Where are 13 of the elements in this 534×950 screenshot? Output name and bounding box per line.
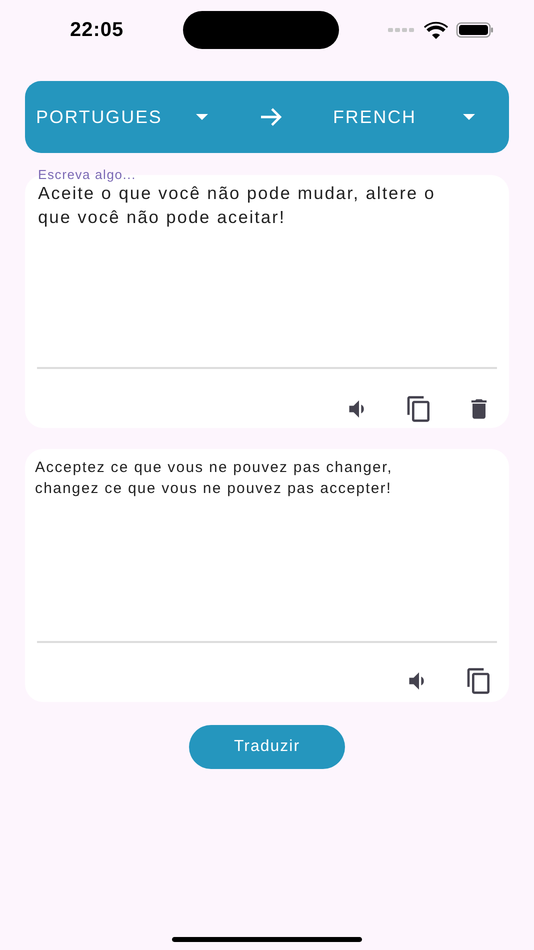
translation-text: Acceptez ce que vous ne pouvez pas changer, changez ce que vous ne pouvez pas accepter! xyxy=(35,458,394,499)
caret-icon xyxy=(196,114,208,120)
status-time: 22:05 xyxy=(70,18,124,42)
input-field[interactable]: Aceite o que você não pode mudar, altere o que você não pode aceitar! xyxy=(38,181,470,229)
input-label: Escreva algo... xyxy=(38,167,136,182)
target-language-dropdown[interactable]: FRENCH xyxy=(333,106,475,128)
signal-icon xyxy=(388,27,416,33)
source-language-dropdown[interactable]: PORTUGUES xyxy=(36,106,208,128)
battery-icon xyxy=(456,22,494,38)
caret-icon xyxy=(463,114,475,120)
arrow-icon xyxy=(260,108,282,126)
translate-button[interactable]: Traduzir xyxy=(189,725,345,769)
wifi-icon xyxy=(424,21,448,39)
